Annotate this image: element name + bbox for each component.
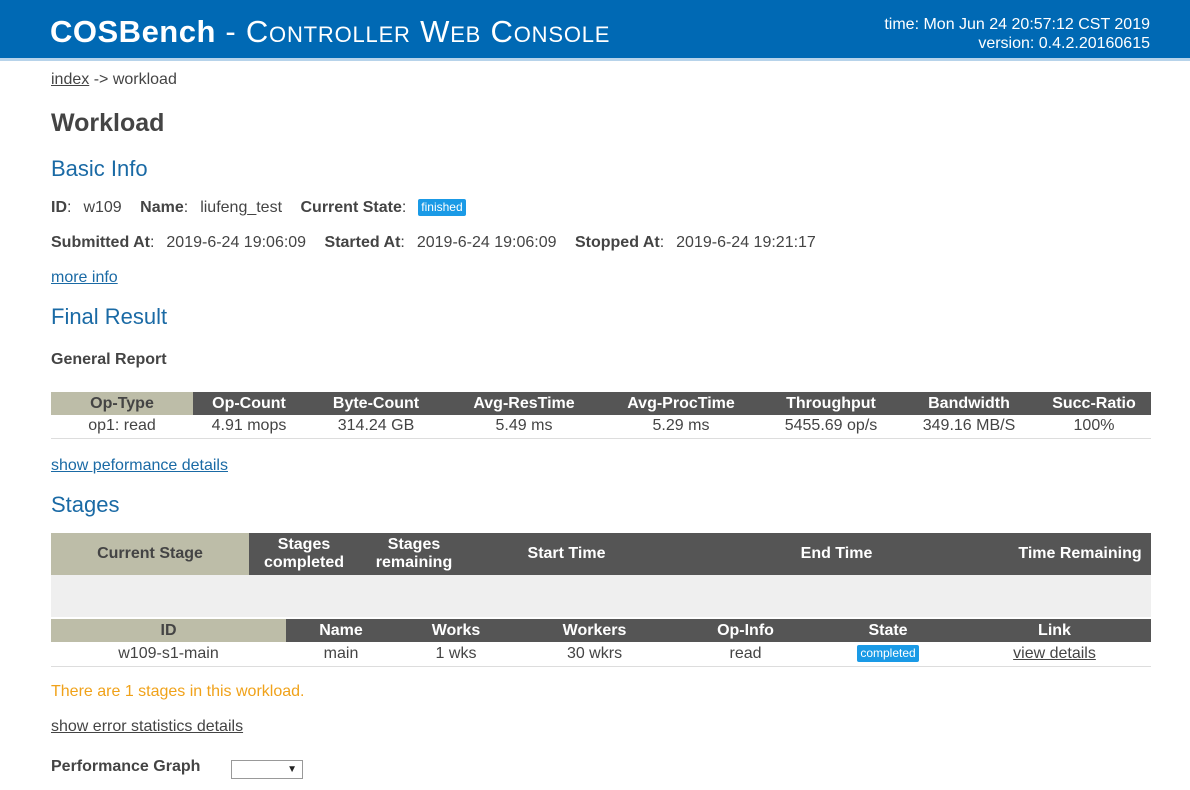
col-op-count: Op-Count	[193, 392, 305, 415]
stopped-at: 2019-6-24 19:21:17	[676, 234, 816, 251]
show-performance-details-link[interactable]: show peformance details	[51, 457, 228, 474]
stopped-label: Stopped At	[574, 234, 660, 251]
col-stages-completed: Stages completed	[249, 533, 359, 575]
state-label: Current State	[300, 199, 402, 216]
col-throughput: Throughput	[761, 392, 901, 415]
col-start-time: Start Time	[469, 533, 664, 575]
cell-succ-ratio: 100%	[1037, 415, 1151, 439]
result-header-row: Op-Type Op-Count Byte-Count Avg-ResTime …	[51, 392, 1151, 415]
state-badge: finished	[418, 199, 466, 216]
show-error-statistics-link[interactable]: show error statistics details	[51, 718, 243, 735]
app-title: COSBench - Controller Web Console	[50, 14, 610, 50]
submitted-label: Submitted At	[51, 234, 150, 251]
breadcrumb-current: workload	[112, 71, 177, 88]
cell-op-type: op1: read	[51, 415, 193, 439]
performance-graph-label: Performance Graph	[51, 758, 201, 775]
basic-info-row-1: ID: w109 Name: liufeng_test Current State:…	[51, 199, 480, 217]
stage-list-header: ID Name Works Workers Op-Info State Link	[51, 619, 1151, 642]
col-workers: Workers	[516, 619, 673, 642]
brand-subtitle: - Controller Web Console	[215, 14, 611, 49]
col-time-remaining: Time Remaining	[1009, 533, 1151, 575]
brand-name: COSBench	[50, 14, 216, 49]
stages-summary-header: Current Stage Stages completed Stages re…	[51, 533, 1151, 575]
col-stages-remaining: Stages remaining	[359, 533, 469, 575]
basic-info-row-2: Submitted At: 2019-6-24 19:06:09 Started …	[51, 234, 816, 251]
cell-op-count: 4.91 mops	[193, 415, 305, 439]
final-result-heading: Final Result	[51, 304, 168, 329]
view-details-link[interactable]: view details	[1013, 645, 1096, 662]
result-table: Op-Type Op-Count Byte-Count Avg-ResTime …	[51, 392, 1151, 439]
col-end-time: End Time	[664, 533, 1009, 575]
page-title: Workload	[51, 109, 165, 137]
col-stage-name: Name	[286, 619, 396, 642]
perf-details-row: show peformance details	[51, 457, 228, 475]
workload-name: liufeng_test	[200, 199, 283, 216]
table-row: w109-s1-main main 1 wks 30 wkrs read com…	[51, 642, 1151, 667]
cell-throughput: 5455.69 op/s	[761, 415, 901, 439]
cell-state: completed	[818, 642, 958, 667]
submitted-at: 2019-6-24 19:06:09	[166, 234, 307, 251]
top-header: COSBench - Controller Web Console time: …	[0, 0, 1190, 61]
cell-link: view details	[958, 642, 1151, 667]
cell-workers: 30 wkrs	[516, 642, 673, 667]
performance-graph-select[interactable]: ▼	[231, 760, 303, 779]
table-row: op1: read 4.91 mops 314.24 GB 5.49 ms 5.…	[51, 415, 1151, 439]
stages-summary-table: Current Stage Stages completed Stages re…	[51, 533, 1151, 617]
stages-summary-empty-row	[51, 575, 1151, 617]
stages-count-notice: There are 1 stages in this workload.	[51, 683, 305, 700]
id-label: ID	[51, 199, 67, 216]
workload-id: w109	[83, 199, 122, 216]
cell-op-info: read	[673, 642, 818, 667]
col-avg-restime: Avg-ResTime	[447, 392, 601, 415]
col-link: Link	[958, 619, 1151, 642]
error-stats-row: show error statistics details	[51, 718, 243, 736]
stage-list-table: ID Name Works Workers Op-Info State Link…	[51, 619, 1151, 667]
col-op-info: Op-Info	[673, 619, 818, 642]
stages-heading: Stages	[51, 492, 120, 517]
server-time: time: Mon Jun 24 20:57:12 CST 2019	[884, 16, 1150, 33]
started-at: 2019-6-24 19:06:09	[416, 234, 557, 251]
col-works: Works	[396, 619, 516, 642]
breadcrumb-separator: ->	[89, 71, 113, 88]
breadcrumb-index-link[interactable]: index	[51, 71, 89, 88]
dropdown-arrow-icon: ▼	[287, 764, 297, 775]
more-info-row: more info	[51, 269, 118, 287]
stage-state-badge: completed	[857, 644, 919, 662]
cell-byte-count: 314.24 GB	[305, 415, 447, 439]
general-report-title: General Report	[51, 351, 167, 368]
name-label: Name	[140, 199, 184, 216]
col-op-type: Op-Type	[51, 392, 193, 415]
basic-info-heading: Basic Info	[51, 156, 148, 181]
cell-avg-restime: 5.49 ms	[447, 415, 601, 439]
cell-stage-name: main	[286, 642, 396, 667]
header-meta: time: Mon Jun 24 20:57:12 CST 2019 versi…	[884, 15, 1150, 53]
col-byte-count: Byte-Count	[305, 392, 447, 415]
version-info: version: 0.4.2.20160615	[978, 35, 1150, 52]
breadcrumb: index -> workload	[51, 71, 177, 89]
col-succ-ratio: Succ-Ratio	[1037, 392, 1151, 415]
cell-bandwidth: 349.16 MB/S	[901, 415, 1037, 439]
col-stage-id: ID	[51, 619, 286, 642]
col-bandwidth: Bandwidth	[901, 392, 1037, 415]
cell-avg-proctime: 5.29 ms	[601, 415, 761, 439]
more-info-link[interactable]: more info	[51, 269, 118, 286]
cell-works: 1 wks	[396, 642, 516, 667]
cell-stage-id: w109-s1-main	[51, 642, 286, 667]
col-avg-proctime: Avg-ProcTime	[601, 392, 761, 415]
col-current-stage: Current Stage	[51, 533, 249, 575]
col-state: State	[818, 619, 958, 642]
started-label: Started At	[324, 234, 401, 251]
